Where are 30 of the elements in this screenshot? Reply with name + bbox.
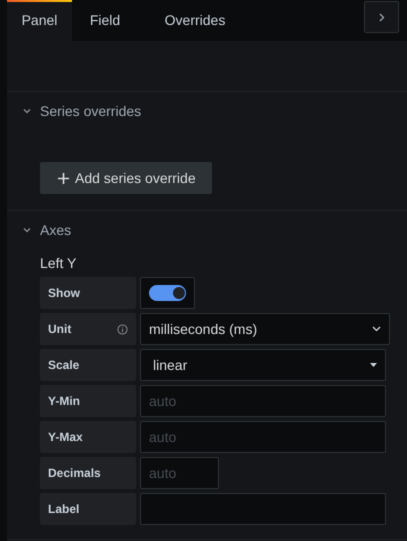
unit-select[interactable]: milliseconds (ms)	[140, 313, 390, 345]
tab[interactable]: Field	[72, 0, 138, 41]
tab[interactable]: Panel	[7, 0, 72, 41]
field-label-text: Label	[48, 502, 80, 516]
section-title: Axes	[40, 222, 72, 238]
scale-dropdown[interactable]: linear	[140, 349, 386, 381]
plus-icon	[58, 172, 69, 184]
field-label-text: Scale	[48, 358, 80, 372]
field-label-text: Unit	[48, 322, 72, 336]
tab[interactable]: Overrides	[138, 0, 252, 41]
chevron-right-icon	[378, 12, 384, 22]
field-label-text: Y-Max	[48, 430, 83, 444]
input-field[interactable]: auto	[140, 457, 219, 489]
subsection-title: Left Y	[40, 255, 76, 271]
field-label-text: Decimals	[48, 466, 101, 480]
section-header[interactable]: Axes	[7, 211, 407, 249]
caret-down-icon	[370, 363, 377, 367]
section-title: Series overrides	[40, 103, 142, 119]
field-label-text: Show	[48, 286, 80, 300]
chevron-down-icon	[372, 326, 381, 332]
input-field[interactable]	[140, 493, 386, 525]
toggle-switch-field[interactable]	[140, 277, 195, 309]
input-field[interactable]: auto	[140, 385, 386, 417]
toggle-switch[interactable]	[149, 285, 186, 301]
chevron-down-icon	[23, 108, 31, 114]
add-series-override-button[interactable]: Add series override	[40, 162, 212, 194]
input-field[interactable]: auto	[140, 421, 386, 453]
field-label-text: Y-Min	[48, 394, 80, 408]
chevron-down-icon	[23, 227, 31, 233]
section-header[interactable]: Series overrides	[7, 92, 407, 130]
